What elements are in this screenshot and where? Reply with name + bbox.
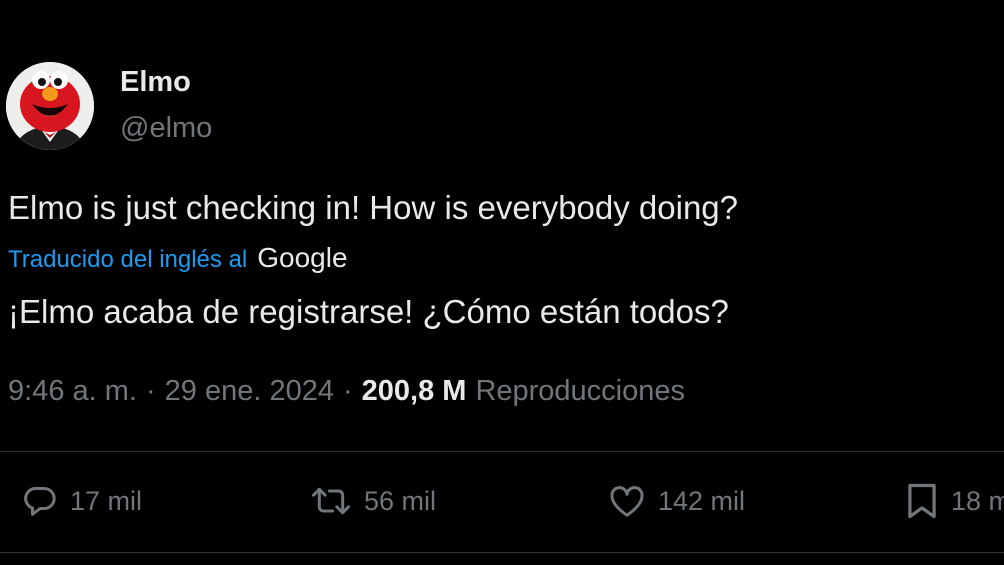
- heart-icon: [606, 481, 648, 521]
- translation-label[interactable]: Traducido del inglés al: [8, 243, 247, 277]
- reply-icon: [20, 481, 60, 521]
- tweet: Elmo @elmo Elmo is just checking in! How…: [0, 0, 1004, 565]
- author-handle[interactable]: @elmo: [120, 110, 212, 146]
- retweet-button[interactable]: 56 mil: [308, 477, 436, 525]
- like-count: 142 mil: [658, 485, 746, 516]
- author-name[interactable]: Elmo: [120, 64, 191, 100]
- google-logo: Google: [257, 242, 348, 273]
- bookmark-count: 18 mil: [951, 485, 1004, 516]
- translation-attribution: Traducido del inglés al Google: [8, 241, 348, 277]
- divider: [0, 451, 1004, 452]
- bookmark-icon: [903, 480, 941, 522]
- bookmark-button[interactable]: 18 mil: [903, 477, 1004, 525]
- translated-text: ¡Elmo acaba de registrarse! ¿Cómo están …: [8, 293, 729, 330]
- like-button[interactable]: 142 mil: [606, 477, 745, 525]
- retweet-count: 56 mil: [364, 485, 437, 516]
- tweet-time[interactable]: 9:46 a. m.: [8, 371, 137, 411]
- meta-separator: ·: [145, 375, 156, 407]
- divider: [0, 552, 1004, 553]
- tweet-date[interactable]: 29 ene. 2024: [165, 371, 334, 411]
- views-label: Reproducciones: [475, 375, 686, 407]
- reply-count: 17 mil: [70, 485, 143, 516]
- meta-separator: ·: [342, 375, 353, 407]
- tweet-meta: 9:46 a. m. · 29 ene. 2024 · 200,8 M Repr…: [8, 371, 685, 411]
- tweet-text: Elmo is just checking in! How is everybo…: [8, 189, 739, 226]
- avatar[interactable]: [6, 62, 94, 150]
- views-count: 200,8 M: [361, 375, 467, 407]
- retweet-icon: [308, 481, 354, 521]
- reply-button[interactable]: 17 mil: [20, 477, 142, 525]
